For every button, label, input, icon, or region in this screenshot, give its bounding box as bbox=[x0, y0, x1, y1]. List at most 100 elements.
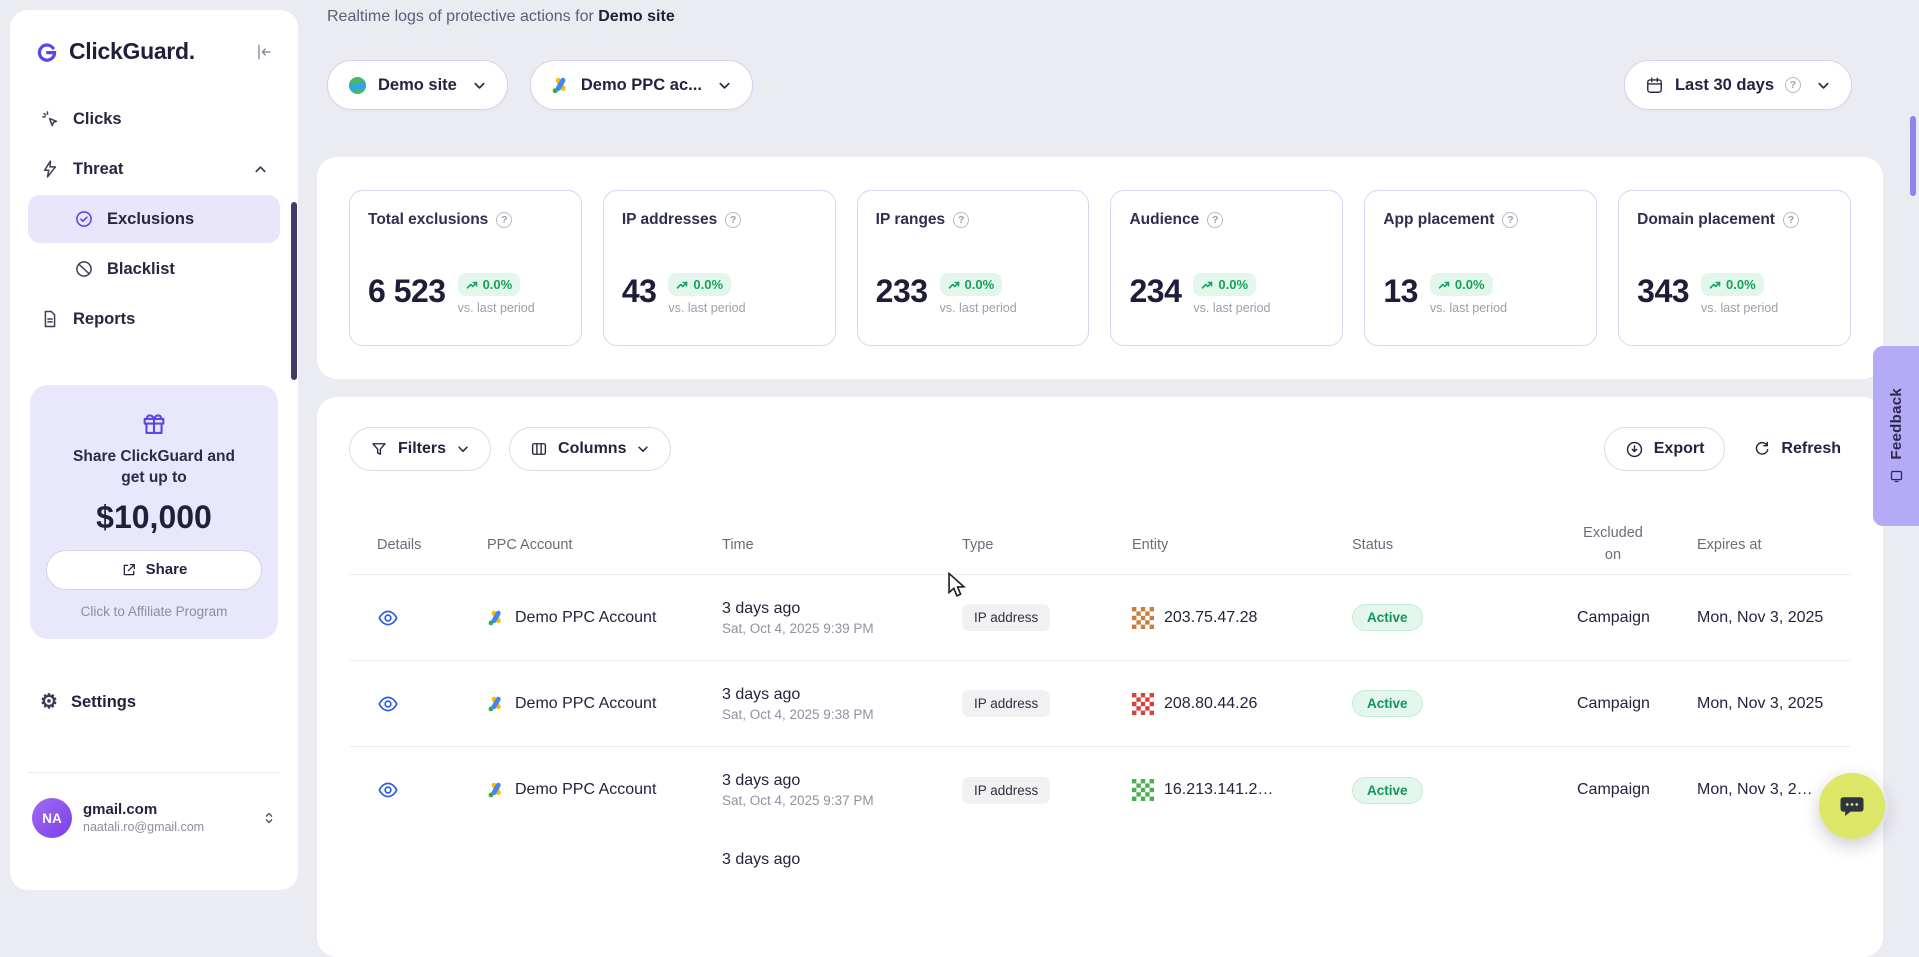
stat-delta: 0.0% bbox=[1218, 277, 1248, 292]
table-row[interactable]: Demo PPC Account 3 days ago Sat, Oct 4, … bbox=[349, 661, 1851, 747]
date-range-selector[interactable]: Last 30 days ? bbox=[1624, 60, 1852, 110]
col-header-ppc-account: PPC Account bbox=[487, 537, 722, 553]
excluded-on-value: Campaign bbox=[1577, 609, 1650, 627]
help-icon[interactable]: ? bbox=[725, 212, 741, 228]
user-email: naatali.ro@gmail.com bbox=[83, 819, 204, 835]
stat-delta: 0.0% bbox=[483, 277, 513, 292]
time-relative: 3 days ago bbox=[722, 600, 800, 618]
collapse-sidebar-icon[interactable] bbox=[254, 42, 274, 62]
excluded-on-value: Campaign bbox=[1577, 695, 1650, 713]
help-icon[interactable]: ? bbox=[1207, 212, 1223, 228]
help-icon[interactable]: ? bbox=[1783, 212, 1799, 228]
trend-up-icon bbox=[676, 279, 688, 291]
stat-caption: vs. last period bbox=[668, 301, 745, 315]
table-row-partial[interactable]: 3 days ago bbox=[349, 833, 1851, 919]
site-selector[interactable]: Demo site bbox=[327, 60, 508, 110]
status-badge: Active bbox=[1352, 690, 1423, 717]
time-absolute: Sat, Oct 4, 2025 9:38 PM bbox=[722, 707, 874, 722]
help-icon[interactable]: ? bbox=[1785, 77, 1801, 93]
stat-card: Domain placement ? 343 0.0% vs. last per… bbox=[1618, 190, 1851, 346]
google-ads-icon bbox=[487, 695, 505, 713]
google-ads-icon bbox=[487, 609, 505, 627]
sidebar-item-reports[interactable]: Reports bbox=[28, 295, 280, 343]
ppc-account-selector[interactable]: Demo PPC ac... bbox=[530, 60, 753, 110]
entity-value: 16.213.141.2… bbox=[1164, 781, 1273, 799]
sidebar-scrollbar[interactable] bbox=[291, 202, 297, 380]
selector-row: Demo site Demo PPC ac... Last 30 days ? bbox=[327, 60, 1852, 110]
help-icon[interactable]: ? bbox=[1502, 212, 1518, 228]
funnel-icon bbox=[370, 440, 388, 458]
export-button[interactable]: Export bbox=[1604, 427, 1726, 471]
chat-launcher-button[interactable] bbox=[1819, 773, 1885, 839]
time-relative: 3 days ago bbox=[722, 772, 800, 790]
stat-card: IP ranges ? 233 0.0% vs. last period bbox=[857, 190, 1090, 346]
affiliate-link[interactable]: Click to Affiliate Program bbox=[81, 604, 228, 619]
stat-card: IP addresses ? 43 0.0% vs. last period bbox=[603, 190, 836, 346]
share-button-label: Share bbox=[146, 561, 188, 578]
stat-card: Total exclusions ? 6 523 0.0% vs. last p… bbox=[349, 190, 582, 346]
table-body: Demo PPC Account 3 days ago Sat, Oct 4, … bbox=[349, 575, 1851, 833]
share-button[interactable]: Share bbox=[46, 550, 262, 590]
gift-icon bbox=[140, 409, 168, 437]
logo-text: ClickGuard. bbox=[69, 38, 195, 65]
feedback-tab-label: Feedback bbox=[1888, 388, 1905, 460]
chevron-up-icon[interactable] bbox=[253, 162, 268, 177]
type-badge: IP address bbox=[962, 777, 1050, 804]
col-header-expires-at: Expires at bbox=[1697, 537, 1851, 553]
sidebar-item-clicks[interactable]: Clicks bbox=[28, 95, 280, 143]
columns-icon bbox=[530, 440, 548, 458]
google-ads-icon bbox=[551, 76, 570, 95]
sidebar-item-label: Threat bbox=[73, 160, 123, 179]
time-relative: 3 days ago bbox=[722, 686, 800, 704]
feedback-widget-icon bbox=[1889, 469, 1904, 484]
entity-value: 203.75.47.28 bbox=[1164, 609, 1257, 627]
user-name: gmail.com bbox=[83, 801, 204, 820]
sidebar-item-label: Settings bbox=[71, 693, 136, 712]
sidebar-item-threat[interactable]: Threat bbox=[28, 145, 280, 193]
time-relative: 3 days ago bbox=[722, 851, 800, 869]
help-icon[interactable]: ? bbox=[953, 212, 969, 228]
view-details-eye-icon[interactable] bbox=[377, 693, 399, 715]
columns-button[interactable]: Columns bbox=[509, 427, 671, 471]
user-account-menu[interactable]: NA gmail.com naatali.ro@gmail.com bbox=[24, 790, 286, 846]
divider bbox=[28, 772, 280, 773]
table-row[interactable]: Demo PPC Account 3 days ago Sat, Oct 4, … bbox=[349, 747, 1851, 833]
help-icon[interactable]: ? bbox=[496, 212, 512, 228]
view-details-eye-icon[interactable] bbox=[377, 607, 399, 629]
stat-delta: 0.0% bbox=[965, 277, 995, 292]
download-icon bbox=[1625, 440, 1644, 459]
type-badge: IP address bbox=[962, 690, 1050, 717]
col-header-entity: Entity bbox=[1132, 537, 1352, 553]
sidebar-item-label: Exclusions bbox=[107, 210, 194, 229]
expires-at-value: Mon, Nov 3, 2025 bbox=[1697, 695, 1823, 713]
globe-icon bbox=[348, 76, 367, 95]
entity-value: 208.80.44.26 bbox=[1164, 695, 1257, 713]
sidebar-item-blacklist[interactable]: Blacklist bbox=[28, 245, 280, 293]
refresh-button[interactable]: Refresh bbox=[1743, 427, 1851, 471]
page-scrollbar[interactable] bbox=[1910, 116, 1916, 196]
circle-check-icon bbox=[74, 209, 94, 229]
filters-button-label: Filters bbox=[398, 440, 446, 458]
sidebar-item-settings[interactable]: ⚙ Settings bbox=[28, 678, 280, 726]
calendar-icon bbox=[1645, 76, 1664, 95]
google-ads-icon bbox=[487, 781, 505, 799]
sidebar-item-exclusions[interactable]: Exclusions bbox=[28, 195, 280, 243]
stat-label: IP ranges bbox=[876, 211, 946, 229]
view-details-eye-icon[interactable] bbox=[377, 779, 399, 801]
chat-bubble-icon bbox=[1837, 791, 1867, 821]
table-row[interactable]: Demo PPC Account 3 days ago Sat, Oct 4, … bbox=[349, 575, 1851, 661]
trend-up-icon bbox=[1438, 279, 1450, 291]
ppc-account-name: Demo PPC Account bbox=[515, 695, 656, 713]
filters-button[interactable]: Filters bbox=[349, 427, 491, 471]
chevron-down-icon bbox=[1816, 78, 1831, 93]
promo-headline: Share ClickGuard and get up to bbox=[66, 447, 242, 489]
columns-button-label: Columns bbox=[558, 440, 626, 458]
document-icon bbox=[40, 309, 60, 329]
chevron-down-icon bbox=[472, 78, 487, 93]
sidebar-item-label: Reports bbox=[73, 310, 135, 329]
feedback-tab[interactable]: Feedback bbox=[1873, 346, 1919, 526]
stat-value: 6 523 bbox=[368, 273, 446, 309]
refresh-icon bbox=[1753, 440, 1771, 458]
chevron-sort-icon[interactable] bbox=[260, 809, 278, 827]
page-subtitle: Realtime logs of protective actions for … bbox=[327, 8, 675, 26]
